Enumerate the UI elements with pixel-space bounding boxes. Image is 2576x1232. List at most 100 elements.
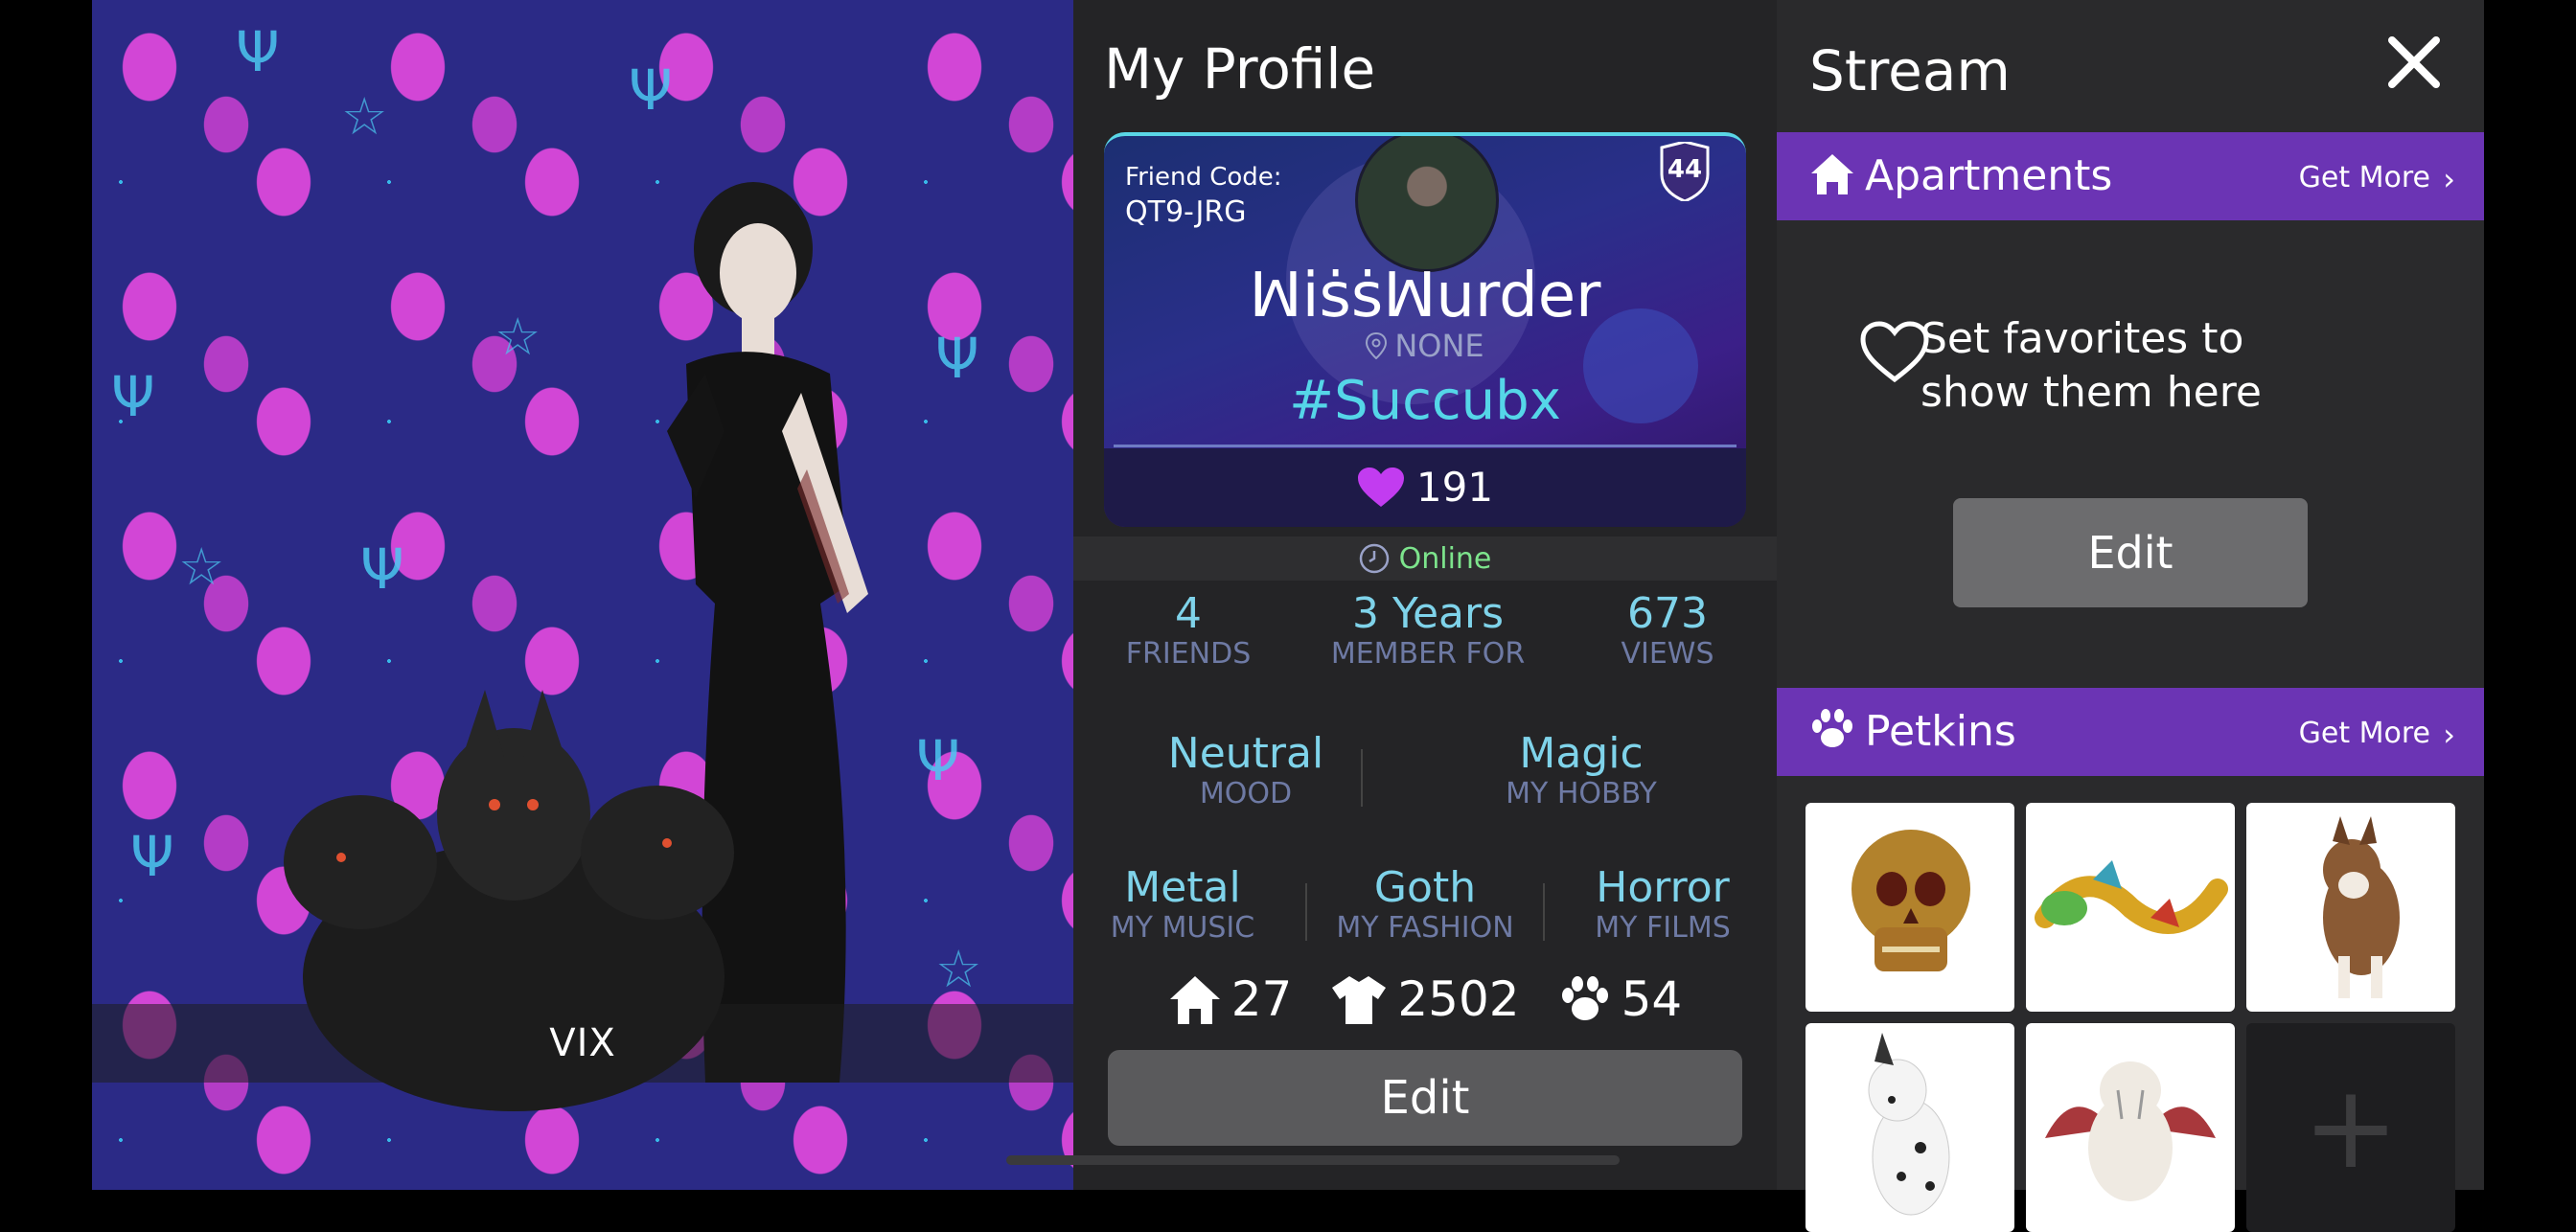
fashion-value: Goth [1373, 863, 1477, 912]
stat-label: MEMBER FOR [1330, 637, 1526, 671]
avatar-name-bar: VIX [92, 1004, 1073, 1083]
fashion-label: MY FASHION [1336, 911, 1514, 945]
house-icon [1811, 154, 1853, 194]
pentagram-pattern-icon: ☆ [178, 536, 225, 597]
mood: Neutral MOOD [1121, 730, 1370, 810]
stat-value: 673 [1627, 589, 1708, 638]
apartments-section-header: Apartments Get More › [1777, 132, 2484, 220]
heart-icon [1357, 467, 1404, 507]
husky-pet-image [2323, 816, 2400, 998]
location-pin-icon [1366, 331, 1388, 360]
level-badge: 44 [1667, 155, 1703, 184]
trident-pattern-icon: Ψ [629, 57, 673, 123]
online-status-text: Online [1398, 541, 1492, 576]
dragon-pet-image [2035, 860, 2228, 934]
dalmatian-pet-image [1868, 1033, 1950, 1216]
hobby-value: Magic [1519, 729, 1644, 778]
petkins-section-header: Petkins Get More › [1777, 688, 2484, 776]
pet-tile-winged-tiger[interactable] [2026, 1023, 2235, 1232]
music: Metal MY MUSIC [1087, 864, 1278, 945]
add-pet-tile[interactable]: + [2246, 1023, 2455, 1232]
stat-label: VIEWS [1621, 637, 1714, 671]
stream-title: Stream [1809, 38, 2011, 103]
stat-label: FRIENDS [1125, 637, 1252, 671]
location-text: NONE [1394, 328, 1484, 364]
username: ꟽı̇ṡṡꟽurder [1249, 261, 1601, 331]
house-icon [1169, 976, 1220, 1024]
stat-views: 673 VIEWS [1572, 590, 1763, 671]
favorites-empty-message: Set favorites to show them here [1920, 314, 2262, 417]
hobby-label: MY HOBBY [1506, 777, 1657, 810]
films: Horror MY FILMS [1562, 864, 1763, 945]
profile-panel: My Profile Friend Code: QT9-JRG 44 ꟽı̇ṡṡ… [1073, 0, 1777, 1190]
plus-icon: + [2302, 1061, 2400, 1195]
avatar[interactable] [1355, 136, 1499, 272]
page-title: My Profile [1104, 36, 1376, 102]
likes-count: 191 [1415, 464, 1494, 511]
winged-tiger-pet-image [2045, 1061, 2216, 1201]
shirt-icon [1332, 976, 1387, 1024]
music-label: MY MUSIC [1110, 911, 1255, 945]
music-value: Metal [1124, 863, 1241, 912]
apartments-count-value: 27 [1230, 971, 1293, 1027]
hobby: Magic MY HOBBY [1457, 730, 1706, 810]
trident-pattern-icon: Ψ [111, 364, 155, 429]
stream-panel: Stream Apartments Get More › Set favorit… [1777, 0, 2484, 1232]
profile-card: Friend Code: QT9-JRG 44 ꟽı̇ṡṡꟽurder NONE… [1104, 132, 1746, 527]
edit-profile-button[interactable]: Edit [1108, 1050, 1742, 1146]
avatar-panel: Ψ Ψ Ψ Ψ Ψ Ψ Ψ ☆ ☆ ☆ ☆ ☆ VIX [92, 0, 1073, 1190]
trident-pattern-icon: Ψ [130, 824, 174, 889]
trident-pattern-icon: Ψ [935, 326, 979, 391]
pentagram-pattern-icon: ☆ [935, 939, 982, 999]
pet-tile-dalmatian[interactable] [1806, 1023, 2014, 1232]
location: NONE [1104, 328, 1746, 364]
stat-value: 4 [1175, 589, 1202, 638]
stat-value: 3 Years [1351, 589, 1505, 638]
trident-pattern-icon: Ψ [360, 536, 404, 602]
pets-count-value: 54 [1621, 971, 1683, 1027]
films-value: Horror [1596, 863, 1730, 912]
apartments-count[interactable]: 27 [1168, 971, 1293, 1027]
divider [1305, 883, 1307, 941]
heart-outline-icon [1860, 321, 1929, 383]
apartments-get-more-link[interactable]: Get More [2299, 161, 2430, 194]
skull-pet-image [1852, 830, 1970, 971]
divider [1361, 749, 1363, 807]
trident-pattern-icon: Ψ [916, 728, 960, 793]
divider [1114, 445, 1736, 447]
pet-tile-dragon[interactable] [2026, 803, 2235, 1012]
fashion: Goth MY FASHION [1324, 864, 1526, 945]
clothing-count[interactable]: 2502 [1330, 971, 1520, 1027]
films-label: MY FILMS [1595, 911, 1731, 945]
stat-member-for: 3 Years MEMBER FOR [1313, 590, 1543, 671]
count-row: 27 2502 54 [1073, 971, 1777, 1027]
chevron-right-icon[interactable]: › [2443, 717, 2455, 753]
clock-icon [1359, 543, 1389, 574]
mood-label: MOOD [1199, 777, 1293, 810]
paw-icon [1812, 709, 1852, 747]
pet-tile-skull[interactable] [1806, 803, 2014, 1012]
stat-friends[interactable]: 4 FRIENDS [1083, 590, 1294, 671]
scrollbar[interactable] [1006, 1155, 1620, 1165]
pentagram-pattern-icon: ☆ [341, 86, 388, 147]
chevron-right-icon[interactable]: › [2443, 161, 2455, 197]
pentagram-pattern-icon: ☆ [494, 307, 541, 367]
divider [1543, 883, 1545, 941]
avatar-name: VIX [549, 1021, 616, 1065]
edit-favorites-button[interactable]: Edit [1953, 498, 2308, 607]
mood-value: Neutral [1167, 729, 1324, 778]
apartments-title: Apartments [1865, 151, 2113, 200]
friend-code[interactable]: QT9-JRG [1125, 195, 1246, 229]
hashtag: #Succubx [1289, 370, 1561, 432]
petkins-title: Petkins [1865, 707, 2016, 756]
friend-code-label: Friend Code: [1125, 163, 1282, 192]
trident-pattern-icon: Ψ [236, 19, 280, 84]
close-icon[interactable] [2384, 33, 2444, 92]
pets-count[interactable]: 54 [1558, 971, 1683, 1027]
pet-tile-husky[interactable] [2246, 803, 2455, 1012]
petkins-get-more-link[interactable]: Get More [2299, 717, 2430, 750]
likes-row[interactable]: 191 [1104, 464, 1746, 511]
online-status: Online [1073, 536, 1777, 581]
clothing-count-value: 2502 [1397, 971, 1520, 1027]
paw-icon [1561, 976, 1608, 1020]
